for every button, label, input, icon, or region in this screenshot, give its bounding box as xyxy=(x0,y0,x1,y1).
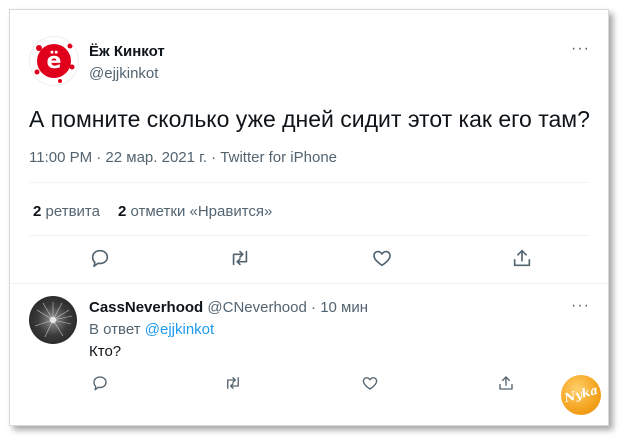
more-icon[interactable]: ··· xyxy=(571,297,590,315)
author-handle[interactable]: @ejjkinkot xyxy=(89,65,158,82)
reply-actions xyxy=(89,374,589,398)
tweet-meta[interactable]: 11:00 PM · 22 мар. 2021 г. · Twitter for… xyxy=(29,149,337,166)
share-icon[interactable] xyxy=(497,374,521,398)
like-icon[interactable] xyxy=(361,374,385,398)
reply-header: CassNeverhood @CNeverhood · 10 мин xyxy=(89,299,368,316)
retweet-icon[interactable] xyxy=(224,374,248,398)
watermark-logo: Nyka xyxy=(561,375,601,415)
reply-to-handle[interactable]: @ejjkinkot xyxy=(145,321,214,338)
separator xyxy=(10,283,608,284)
reply-author-handle[interactable]: @CNeverhood xyxy=(207,299,306,316)
likes-count: 2 xyxy=(117,203,127,220)
reply-icon[interactable] xyxy=(91,374,115,398)
tweet-text: А помните сколько уже дней сидит этот ка… xyxy=(29,106,590,132)
dandelion-image xyxy=(34,302,73,338)
likes-label: отметки «Нравится» xyxy=(130,203,273,220)
retweets-stat[interactable]: 2 ретвита xyxy=(33,203,100,220)
tweet-card: ё Ёж Кинкот @ejjkinkot ··· А помните ско… xyxy=(9,9,609,426)
tweet-actions xyxy=(29,247,589,277)
reply-to-prefix: В ответ xyxy=(89,321,141,338)
like-icon[interactable] xyxy=(371,247,395,271)
reply-icon[interactable] xyxy=(89,247,113,271)
watermark-text: Nyka xyxy=(562,382,600,406)
divider xyxy=(29,235,589,236)
reply-to: В ответ @ejjkinkot xyxy=(89,321,214,338)
reply-text: Кто? xyxy=(89,343,122,360)
ejjkinkot-logo: ё xyxy=(34,43,75,83)
reply-time[interactable]: 10 мин xyxy=(320,299,368,316)
reply-avatar[interactable] xyxy=(29,296,77,344)
retweet-icon[interactable] xyxy=(229,247,253,271)
likes-stat[interactable]: 2 отметки «Нравится» xyxy=(118,203,272,220)
share-icon[interactable] xyxy=(511,247,535,271)
divider xyxy=(29,182,589,183)
more-icon[interactable]: ··· xyxy=(571,40,590,58)
reply-separator: · xyxy=(311,299,317,316)
retweets-label: ретвита xyxy=(45,203,100,220)
svg-text:ё: ё xyxy=(47,49,62,74)
reply-author-name[interactable]: CassNeverhood xyxy=(89,299,203,316)
author-avatar[interactable]: ё xyxy=(29,36,79,86)
tweet-stats: 2 ретвита 2 отметки «Нравится» xyxy=(33,203,272,220)
retweets-count: 2 xyxy=(33,203,42,220)
author-name[interactable]: Ёж Кинкот xyxy=(89,43,165,60)
